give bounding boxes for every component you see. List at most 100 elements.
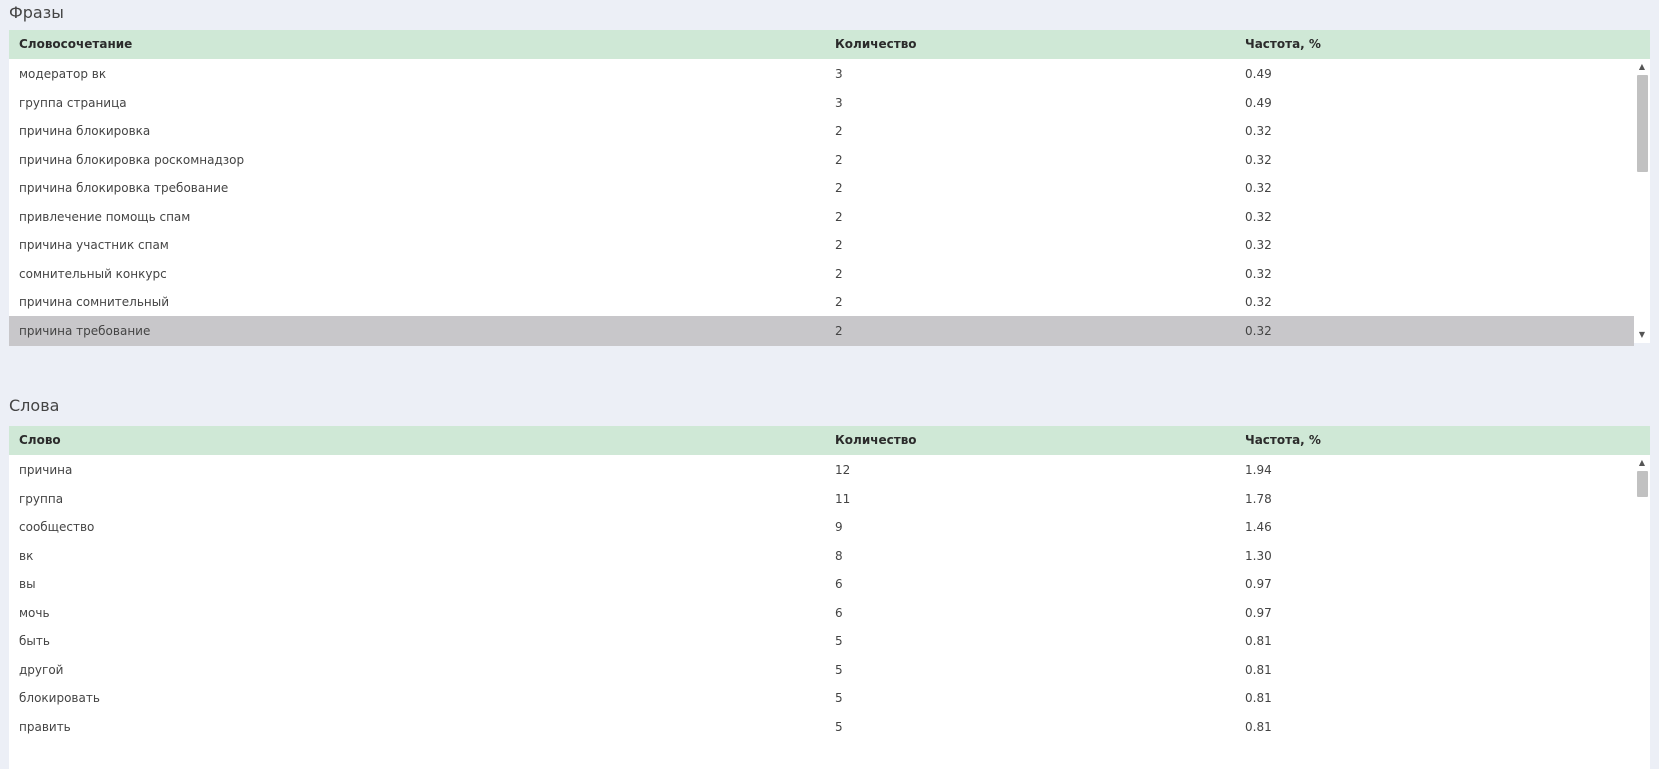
count-cell: 8 [835, 548, 843, 563]
table-row[interactable]: группа страница 3 0.49 [9, 88, 1634, 118]
table-row[interactable]: причина сомнительный 2 0.32 [9, 287, 1634, 317]
frequency-cell: 0.49 [1245, 95, 1272, 110]
frequency-cell: 0.32 [1245, 266, 1272, 281]
frequency-cell: 0.32 [1245, 124, 1272, 138]
phrase-cell: причина требование [19, 323, 151, 338]
column-header-word[interactable]: Слово [19, 426, 61, 455]
phrase-cell: причина участник спам [19, 238, 169, 252]
words-table-body: причина 12 1.94 группа 11 1.78 сообществ… [9, 455, 1634, 769]
word-cell: группа [19, 491, 64, 506]
frequency-cell: 0.49 [1245, 67, 1272, 81]
table-row[interactable]: сомнительный конкурс 2 0.32 [9, 259, 1634, 289]
count-cell: 5 [835, 662, 843, 677]
frequency-cell: 0.81 [1245, 719, 1272, 734]
scroll-up-arrow-icon[interactable]: ▲ [1634, 60, 1650, 74]
word-cell: мочь [19, 605, 50, 620]
phrases-table-header: Словосочетание Количество Частота, % [9, 30, 1650, 59]
phrase-cell: привлечение помощь спам [19, 209, 191, 224]
count-cell: 12 [835, 463, 851, 477]
table-row[interactable]: мочь 6 0.97 [9, 598, 1634, 628]
count-cell: 2 [835, 266, 843, 281]
scroll-down-arrow-icon[interactable]: ▼ [1634, 328, 1650, 342]
frequency-cell: 0.81 [1245, 691, 1272, 705]
words-scrollbar[interactable]: ▲ [1634, 455, 1650, 769]
phrases-title: Фразы [9, 3, 64, 22]
frequency-cell: 1.94 [1245, 463, 1272, 477]
frequency-cell: 1.30 [1245, 548, 1272, 563]
table-row-selected[interactable]: причина требование 2 0.32 [9, 315, 1634, 346]
count-cell: 9 [835, 520, 843, 534]
word-cell: причина [19, 463, 73, 477]
frequency-cell: 0.32 [1245, 323, 1272, 338]
count-cell: 2 [835, 209, 843, 224]
words-table-header: Слово Количество Частота, % [9, 426, 1650, 455]
table-row[interactable]: править 5 0.81 [9, 712, 1634, 742]
frequency-cell: 0.97 [1245, 577, 1272, 591]
count-cell: 6 [835, 577, 843, 591]
frequency-cell: 0.32 [1245, 152, 1272, 167]
column-header-phrase[interactable]: Словосочетание [19, 30, 132, 59]
frequency-cell: 0.32 [1245, 238, 1272, 252]
word-cell: быть [19, 634, 50, 648]
words-table: Слово Количество Частота, % причина 12 1… [9, 426, 1650, 769]
frequency-cell: 0.32 [1245, 295, 1272, 309]
count-cell: 2 [835, 181, 843, 195]
word-cell: сообщество [19, 520, 95, 534]
table-row[interactable]: другой 5 0.81 [9, 655, 1634, 685]
phrases-section: Фразы Словосочетание Количество Частота,… [0, 0, 1659, 346]
frequency-cell: 0.97 [1245, 605, 1272, 620]
table-row[interactable]: группа 11 1.78 [9, 484, 1634, 514]
words-title: Слова [9, 396, 60, 415]
count-cell: 6 [835, 605, 843, 620]
frequency-cell: 0.81 [1245, 634, 1272, 648]
word-cell: другой [19, 662, 64, 677]
word-cell: вк [19, 548, 34, 563]
phrases-table: Словосочетание Количество Частота, % мод… [9, 30, 1650, 346]
phrase-cell: группа страница [19, 95, 127, 110]
frequency-cell: 0.32 [1245, 209, 1272, 224]
count-cell: 5 [835, 719, 843, 734]
scroll-up-arrow-icon[interactable]: ▲ [1634, 456, 1650, 470]
count-cell: 2 [835, 124, 843, 138]
frequency-cell: 1.46 [1245, 520, 1272, 534]
frequency-cell: 0.81 [1245, 662, 1272, 677]
count-cell: 11 [835, 491, 851, 506]
column-header-frequency[interactable]: Частота, % [1245, 426, 1321, 455]
table-row[interactable]: привлечение помощь спам 2 0.32 [9, 202, 1634, 232]
count-cell: 2 [835, 152, 843, 167]
table-row[interactable]: причина блокировка роскомнадзор 2 0.32 [9, 145, 1634, 175]
scrollbar-thumb[interactable] [1637, 75, 1648, 172]
count-cell: 3 [835, 95, 843, 110]
count-cell: 5 [835, 691, 843, 705]
table-row[interactable]: быть 5 0.81 [9, 626, 1634, 656]
column-header-count[interactable]: Количество [835, 426, 917, 455]
word-cell: блокировать [19, 691, 100, 705]
column-header-frequency[interactable]: Частота, % [1245, 30, 1321, 59]
phrase-cell: модератор вк [19, 67, 107, 81]
column-header-count[interactable]: Количество [835, 30, 917, 59]
phrase-cell: причина блокировка требование [19, 181, 229, 195]
phrase-cell: причина блокировка [19, 124, 151, 138]
table-row[interactable]: сообщество 9 1.46 [9, 512, 1634, 542]
phrase-cell: причина блокировка роскомнадзор [19, 152, 245, 167]
count-cell: 2 [835, 238, 843, 252]
phrase-cell: сомнительный конкурс [19, 266, 167, 281]
word-cell: править [19, 719, 71, 734]
table-row[interactable]: блокировать 5 0.81 [9, 683, 1634, 713]
count-cell: 3 [835, 67, 843, 81]
frequency-cell: 0.32 [1245, 181, 1272, 195]
table-row[interactable]: модератор вк 3 0.49 [9, 59, 1634, 89]
table-row[interactable]: вы 6 0.97 [9, 569, 1634, 599]
table-row[interactable]: вк 8 1.30 [9, 541, 1634, 571]
count-cell: 2 [835, 323, 843, 338]
phrases-scrollbar[interactable]: ▲ ▼ [1634, 59, 1650, 343]
phrases-table-body: модератор вк 3 0.49 группа страница 3 0.… [9, 59, 1634, 359]
table-row[interactable]: причина участник спам 2 0.32 [9, 230, 1634, 260]
scrollbar-thumb[interactable] [1637, 471, 1648, 497]
phrase-cell: причина сомнительный [19, 295, 170, 309]
frequency-cell: 1.78 [1245, 491, 1272, 506]
count-cell: 5 [835, 634, 843, 648]
table-row[interactable]: причина 12 1.94 [9, 455, 1634, 485]
table-row[interactable]: причина блокировка требование 2 0.32 [9, 173, 1634, 203]
table-row[interactable]: причина блокировка 2 0.32 [9, 116, 1634, 146]
